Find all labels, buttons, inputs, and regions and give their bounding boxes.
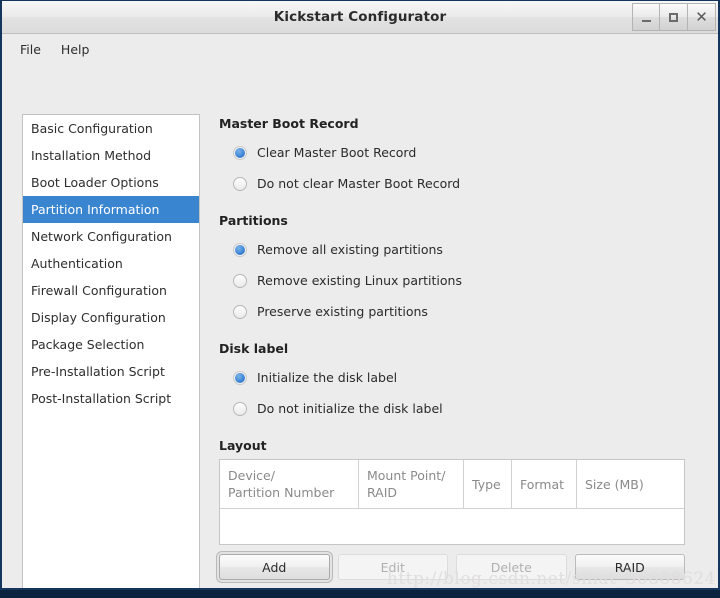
radio-label-preserve: Preserve existing partitions [257,304,428,319]
radio-label-remove-all: Remove all existing partitions [257,242,443,257]
sidebar-item-installation-method[interactable]: Installation Method [23,142,199,169]
raid-button[interactable]: RAID [575,554,686,580]
table-header-device[interactable]: Device/ Partition Number [220,460,359,508]
radio-indicator-remove-linux[interactable] [233,274,247,288]
sidebar-item-display-configuration[interactable]: Display Configuration [23,304,199,331]
group-title-layout: Layout [219,438,704,453]
group-title-mbr: Master Boot Record [219,116,704,131]
group-layout: Layout Device/ Partition Number Mount Po… [219,438,704,580]
radio-clear-mbr[interactable]: Clear Master Boot Record [219,137,704,168]
sidebar-item-package-selection[interactable]: Package Selection [23,331,199,358]
group-title-disk-label: Disk label [219,341,704,356]
radio-initialize-disk-label[interactable]: Initialize the disk label [219,362,704,393]
radio-label-remove-linux: Remove existing Linux partitions [257,273,462,288]
table-header-mount-point[interactable]: Mount Point/ RAID [359,460,464,508]
radio-label-do-not-clear-mbr: Do not clear Master Boot Record [257,176,460,191]
sidebar-nav-list[interactable]: Basic Configuration Installation Method … [22,114,200,590]
window-content: Basic Configuration Installation Method … [2,64,718,590]
close-icon: ✕ [695,10,708,25]
menu-bar: File Help [2,34,718,64]
sidebar-item-partition-information[interactable]: Partition Information [23,196,199,223]
edit-button[interactable]: Edit [338,554,449,580]
radio-indicator-preserve[interactable] [233,305,247,319]
group-partitions: Partitions Remove all existing partition… [219,213,704,327]
radio-remove-all-existing-partitions[interactable]: Remove all existing partitions [219,234,704,265]
sidebar-item-network-configuration[interactable]: Network Configuration [23,223,199,250]
menu-item-file[interactable]: File [10,39,51,60]
main-panel: Master Boot Record Clear Master Boot Rec… [219,116,704,580]
application-window: Kickstart Configurator ✕ File Help Basic… [0,0,720,590]
partition-layout-table[interactable]: Device/ Partition Number Mount Point/ RA… [219,459,685,545]
group-disk-label: Disk label Initialize the disk label Do … [219,341,704,424]
radio-indicator-clear-mbr[interactable] [233,146,247,160]
radio-indicator-remove-all[interactable] [233,243,247,257]
window-title: Kickstart Configurator [2,1,718,34]
table-header-type[interactable]: Type [464,460,512,508]
table-body-empty[interactable] [220,509,684,544]
sidebar-item-post-installation-script[interactable]: Post-Installation Script [23,385,199,412]
radio-label-initialize: Initialize the disk label [257,370,397,385]
sidebar-item-basic-configuration[interactable]: Basic Configuration [23,115,199,142]
group-title-partitions: Partitions [219,213,704,228]
radio-do-not-initialize-disk-label[interactable]: Do not initialize the disk label [219,393,704,424]
group-master-boot-record: Master Boot Record Clear Master Boot Rec… [219,116,704,199]
menu-item-help[interactable]: Help [51,39,100,60]
maximize-button[interactable] [660,3,688,31]
layout-button-row: Add Edit Delete RAID [219,554,685,580]
radio-do-not-clear-mbr[interactable]: Do not clear Master Boot Record [219,168,704,199]
radio-indicator-do-not-initialize[interactable] [233,402,247,416]
radio-indicator-initialize[interactable] [233,371,247,385]
sidebar-item-firewall-configuration[interactable]: Firewall Configuration [23,277,199,304]
add-button[interactable]: Add [219,554,330,580]
window-controls: ✕ [632,3,716,31]
sidebar-item-pre-installation-script[interactable]: Pre-Installation Script [23,358,199,385]
minimize-icon [642,20,651,22]
maximize-icon [669,13,678,22]
radio-label-do-not-initialize: Do not initialize the disk label [257,401,443,416]
radio-indicator-do-not-clear-mbr[interactable] [233,177,247,191]
sidebar-item-authentication[interactable]: Authentication [23,250,199,277]
title-bar: Kickstart Configurator ✕ [2,1,718,34]
close-button[interactable]: ✕ [688,3,716,31]
minimize-button[interactable] [632,3,660,31]
table-header-size[interactable]: Size (MB) [577,460,684,508]
table-header-format[interactable]: Format [512,460,577,508]
radio-preserve-existing-partitions[interactable]: Preserve existing partitions [219,296,704,327]
delete-button[interactable]: Delete [456,554,567,580]
radio-label-clear-mbr: Clear Master Boot Record [257,145,416,160]
radio-remove-existing-linux-partitions[interactable]: Remove existing Linux partitions [219,265,704,296]
table-header-row: Device/ Partition Number Mount Point/ RA… [220,460,684,509]
sidebar-item-boot-loader-options[interactable]: Boot Loader Options [23,169,199,196]
